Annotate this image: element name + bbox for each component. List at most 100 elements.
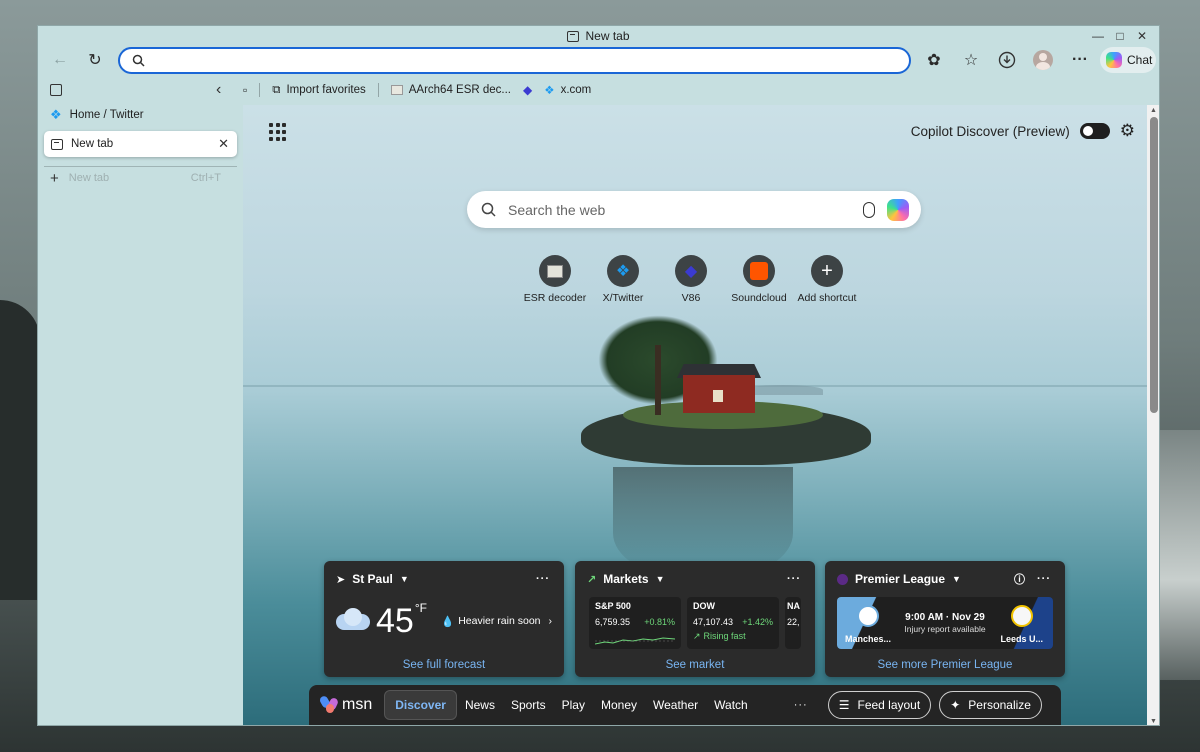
favorite-import[interactable]: ⧉ Import favorites xyxy=(272,84,365,97)
markets-card[interactable]: ↗ Markets ▼ ··· S&P 500 6,759.35 +0.81% D… xyxy=(575,561,815,677)
copilot-chat-button[interactable]: Chat xyxy=(1100,47,1156,73)
more-menu-button[interactable]: ··· xyxy=(1066,46,1094,74)
collapse-sidebar-icon[interactable]: ‹ xyxy=(216,81,221,99)
favorites-icon[interactable]: ☆ xyxy=(957,46,985,74)
new-tab-button[interactable]: + New tab Ctrl+T xyxy=(38,167,243,189)
away-team: Leeds U... xyxy=(991,597,1053,649)
tab-actions-icon[interactable] xyxy=(50,84,62,96)
ticker-change: +1.42% xyxy=(742,617,773,627)
window-controls: — □ ✕ xyxy=(1087,28,1153,44)
extensions-icon[interactable]: ✿ xyxy=(920,46,948,74)
card-more-button[interactable]: ··· xyxy=(1037,573,1051,585)
ticker-value: 47,107.43 xyxy=(693,617,734,627)
avatar xyxy=(1033,50,1053,70)
twitter-bird-icon: ❖ xyxy=(50,107,62,122)
msn-more-button[interactable]: ··· xyxy=(794,699,808,711)
league-title[interactable]: Premier League xyxy=(855,572,945,586)
scroll-up-arrow[interactable]: ▲ xyxy=(1150,107,1157,114)
gear-icon[interactable]: ⚙ xyxy=(1120,121,1135,141)
discover-toggle[interactable] xyxy=(1079,123,1110,139)
import-icon: ⧉ xyxy=(272,83,281,96)
app-launcher-button[interactable] xyxy=(267,121,289,143)
favorite-v86[interactable]: ◆ xyxy=(523,83,532,97)
favorite-esr-decoder[interactable]: AArch64 ESR dec... xyxy=(390,84,512,96)
profile-button[interactable] xyxy=(1029,46,1057,74)
shortcut-soundcloud[interactable]: Soundcloud xyxy=(725,255,793,304)
close-tab-icon[interactable]: ✕ xyxy=(218,136,229,152)
add-shortcut-button[interactable]: + Add shortcut xyxy=(793,255,861,304)
weather-forecast[interactable]: 💧 Heavier rain soon › xyxy=(441,615,552,628)
address-input[interactable] xyxy=(153,50,909,71)
tab-discover[interactable]: Discover xyxy=(384,690,457,720)
scroll-down-arrow[interactable]: ▼ xyxy=(1150,718,1157,725)
favorite-label: AArch64 ESR dec... xyxy=(408,84,512,96)
weather-card[interactable]: ➤ St Paul ▼ ··· 45 °F 💧 Heavier rain soo… xyxy=(324,561,564,677)
background-distant-hill xyxy=(743,385,823,395)
feed-layout-button[interactable]: ☰ Feed layout xyxy=(827,691,932,719)
rain-cloud-icon xyxy=(336,608,370,634)
microphone-icon[interactable] xyxy=(863,201,875,218)
chat-label: Chat xyxy=(1127,53,1153,67)
downloads-icon[interactable] xyxy=(993,46,1021,74)
premier-league-card[interactable]: Premier League ▼ ⓘ ··· Manches... 9:00 A… xyxy=(825,561,1065,677)
web-search-box[interactable]: Search the web xyxy=(467,191,921,228)
tab-money[interactable]: Money xyxy=(593,698,645,712)
raindrop-icon: 💧 xyxy=(441,615,455,628)
reading-list-icon[interactable]: ▫ xyxy=(243,83,247,97)
ticker-value: 6,759.35 xyxy=(595,617,631,627)
personalize-button[interactable]: ✦ Personalize xyxy=(939,691,1042,719)
home-team-name: Manches... xyxy=(845,634,892,644)
favorite-x-com[interactable]: ❖ x.com xyxy=(544,83,591,97)
msn-brand: msn xyxy=(342,696,373,713)
shortcut-esr-decoder[interactable]: ESR decoder xyxy=(521,255,589,304)
team-crest-icon xyxy=(857,605,879,627)
ticker-nasdaq[interactable]: NA 22, xyxy=(785,597,801,649)
copilot-icon[interactable] xyxy=(887,198,909,221)
favorite-label: Import favorites xyxy=(286,84,366,96)
maximize-button[interactable]: □ xyxy=(1109,28,1131,44)
sidebar-item-new-tab[interactable]: New tab ✕ xyxy=(44,131,237,157)
new-tab-icon xyxy=(567,30,580,42)
ticker-name: NA xyxy=(787,601,800,611)
card-more-button[interactable]: ··· xyxy=(536,573,550,585)
address-bar[interactable] xyxy=(118,47,911,74)
back-button[interactable]: ← xyxy=(46,46,74,74)
match-time: 9:00 AM · Nov 29 xyxy=(905,612,985,623)
v86-icon: ◆ xyxy=(675,255,707,287)
page-scrollbar[interactable]: ▲ ▼ xyxy=(1147,105,1159,725)
chevron-down-icon[interactable]: ▼ xyxy=(656,574,665,584)
tab-play[interactable]: Play xyxy=(554,698,593,712)
chevron-down-icon[interactable]: ▼ xyxy=(400,574,409,584)
close-window-button[interactable]: ✕ xyxy=(1131,28,1153,44)
markets-header: ↗ Markets ▼ ··· xyxy=(575,561,815,597)
tab-sports[interactable]: Sports xyxy=(503,698,554,712)
weather-location[interactable]: St Paul xyxy=(352,572,393,586)
twitter-bird-icon: ❖ xyxy=(544,85,555,97)
tab-weather[interactable]: Weather xyxy=(645,698,706,712)
card-more-button[interactable]: ··· xyxy=(787,573,801,585)
tab-watch[interactable]: Watch xyxy=(706,698,756,712)
see-more-premier-league-link[interactable]: See more Premier League xyxy=(825,659,1065,671)
ticker-dow[interactable]: DOW 47,107.43 +1.42% ↗ Rising fast xyxy=(687,597,779,649)
sparkle-icon: ✦ xyxy=(950,698,961,712)
match-preview[interactable]: Manches... 9:00 AM · Nov 29 Injury repor… xyxy=(837,597,1053,649)
ticker-sp500[interactable]: S&P 500 6,759.35 +0.81% xyxy=(589,597,681,649)
msn-logo[interactable]: msn xyxy=(318,694,373,714)
shortcut-v86[interactable]: ◆ V86 xyxy=(657,255,725,304)
see-market-link[interactable]: See market xyxy=(575,659,815,671)
chevron-down-icon[interactable]: ▼ xyxy=(952,574,961,584)
see-full-forecast-link[interactable]: See full forecast xyxy=(324,659,564,671)
msn-butterfly-icon xyxy=(318,694,340,714)
home-team: Manches... xyxy=(837,597,899,649)
minimize-button[interactable]: — xyxy=(1087,28,1109,44)
sidebar-header: ‹ xyxy=(38,80,243,102)
shortcut-label: ESR decoder xyxy=(523,292,587,304)
refresh-button[interactable]: ↻ xyxy=(81,46,109,74)
shortcut-label: X/Twitter xyxy=(602,292,644,304)
sidebar-item-home-twitter[interactable]: ❖ Home / Twitter xyxy=(38,102,243,128)
shortcut-x-twitter[interactable]: ❖ X/Twitter xyxy=(589,255,657,304)
info-icon[interactable]: ⓘ xyxy=(1014,571,1025,587)
scrollbar-thumb[interactable] xyxy=(1150,117,1158,413)
tab-news[interactable]: News xyxy=(457,698,503,712)
markets-title[interactable]: Markets xyxy=(603,572,648,586)
